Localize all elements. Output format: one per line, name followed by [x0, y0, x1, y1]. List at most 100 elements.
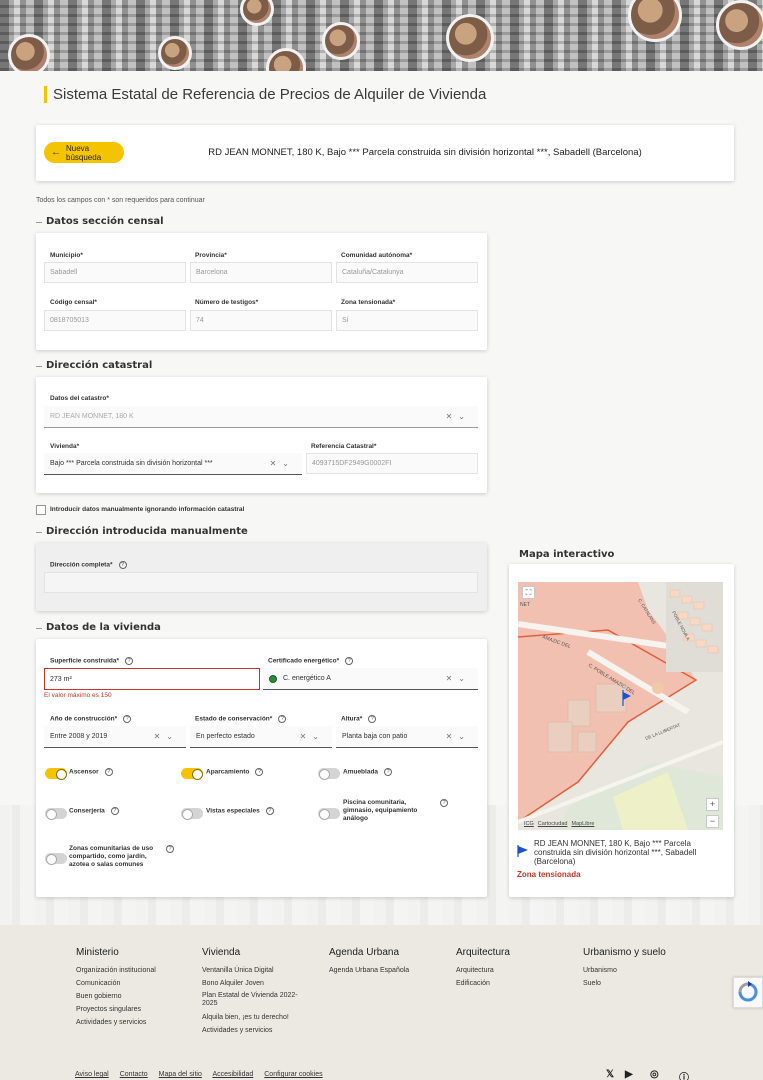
clear-chevron-icons[interactable]: ✕⌄ [154, 732, 179, 741]
recaptcha-badge[interactable] [733, 977, 763, 1008]
sitemap-link[interactable]: Mapa del sitio [159, 1071, 202, 1078]
amueblada-toggle[interactable] [318, 768, 340, 780]
accessibility-link[interactable]: Accesibilidad [212, 1071, 253, 1078]
certificado-label: Certificado energético*? [268, 657, 354, 665]
header-banner [0, 0, 763, 71]
footer-col-urbanismo: Urbanismo y suelo Urbanismo Suelo [583, 947, 666, 990]
info-icon[interactable]: ⓘ [679, 1069, 689, 1080]
help-icon[interactable]: ? [255, 768, 264, 776]
footer-col-ministerio: Ministerio Organización institucional Co… [76, 947, 156, 1029]
footer-link[interactable]: Ventanilla Única Digital [202, 964, 298, 977]
help-icon[interactable]: ? [123, 715, 132, 723]
banner-photo-bubble [322, 22, 360, 60]
altura-select[interactable]: Planta baja con patio ✕⌄ [336, 726, 478, 748]
help-icon[interactable]: ? [368, 715, 377, 723]
vivienda-select[interactable]: Bajo *** Parcela construida sin división… [44, 453, 302, 475]
provincia-field: Barcelona [190, 262, 332, 283]
help-icon[interactable]: ? [166, 845, 174, 853]
footer-link[interactable]: Arquitectura [456, 964, 510, 977]
zonas-toggle[interactable] [45, 853, 67, 865]
aparcamiento-toggle[interactable] [181, 768, 203, 780]
help-icon[interactable]: ? [278, 715, 287, 723]
footer-link[interactable]: Urbanismo [583, 964, 666, 977]
footer-link[interactable]: Buen gobierno [76, 990, 156, 1003]
banner-photo-bubble [240, 0, 274, 26]
help-icon[interactable]: ? [440, 799, 448, 807]
help-icon[interactable]: ? [345, 657, 354, 665]
zona-tensionada-badge: Zona tensionada [517, 870, 581, 879]
footer-link[interactable]: Suelo [583, 977, 666, 990]
manual-entry-checkbox[interactable] [36, 505, 46, 515]
energy-a-icon [269, 674, 277, 683]
footer-link[interactable]: Plan Estatal de Vivienda 2022- 2025 [202, 992, 298, 1008]
map-canvas: NET C. CATALANS POBLE NOVA A AMAZIC DEL … [518, 582, 723, 830]
clear-chevron-icons: ✕⌄ [445, 412, 471, 421]
clear-chevron-icons[interactable]: ✕⌄ [446, 732, 471, 741]
zona-tensionada-field: Sí [336, 310, 478, 331]
superficie-error: El valor máximo es 150 [44, 692, 112, 699]
footer-heading: Vivienda [202, 947, 241, 958]
footer-col-agenda: Agenda Urbana Agenda Urbana Española [329, 947, 409, 977]
legal-link[interactable]: Aviso legal [75, 1071, 109, 1078]
conserjeria-toggle[interactable] [45, 808, 67, 820]
youtube-icon[interactable]: ▶ [625, 1069, 633, 1080]
banner-photo-bubble [8, 34, 50, 71]
arrow-left-icon: ← [51, 147, 61, 158]
ascensor-toggle[interactable] [45, 768, 67, 780]
selected-address: RD JEAN MONNET, 180 K, Bajo *** Parcela … [208, 147, 642, 158]
piscina-toggle[interactable] [318, 808, 340, 820]
banner-photo-bubble [158, 36, 192, 70]
instagram-icon[interactable]: ◎ [650, 1069, 659, 1080]
estado-value: En perfecto estado [196, 733, 255, 740]
codigo-censal-field: 0818705013 [44, 310, 186, 331]
certificado-value: C. energético A [283, 675, 331, 682]
municipio-label: Municipio* [50, 252, 83, 259]
zoom-out-button[interactable]: − [706, 815, 719, 828]
contact-link[interactable]: Contacto [120, 1071, 148, 1078]
help-icon[interactable]: ? [110, 807, 119, 815]
estado-select[interactable]: En perfecto estado ✕⌄ [190, 726, 332, 748]
banner-photo-bubble [266, 48, 306, 71]
piscina-label: Piscina comunitaria, gimnasio, equipamie… [343, 799, 418, 822]
footer-heading: Arquitectura [456, 947, 510, 958]
clear-chevron-icons[interactable]: ✕⌄ [446, 674, 471, 683]
footer-link[interactable]: Bono Alquiler Joven [202, 977, 298, 990]
direccion-completa-label: Dirección completa*? [50, 561, 127, 569]
referencia-catastral-field: 4093715DF2949G0002FI [306, 453, 478, 474]
altura-label: Altura*? [341, 715, 377, 723]
footer-link[interactable]: Actividades y servicios [202, 1024, 298, 1037]
superficie-input[interactable]: 273 m² [44, 668, 260, 690]
interactive-map[interactable]: NET C. CATALANS POBLE NOVA A AMAZIC DEL … [518, 582, 723, 830]
footer-col-arquitectura: Arquitectura Arquitectura Edificación [456, 947, 510, 990]
help-icon[interactable]: ? [384, 768, 393, 776]
vivienda-label: Vivienda* [50, 443, 80, 450]
new-search-button[interactable]: ← Nueva búsqueda [44, 142, 124, 163]
footer-link[interactable]: Proyectos singulares [76, 1003, 156, 1016]
anio-select[interactable]: Entre 2008 y 2019 ✕⌄ [44, 726, 186, 748]
certificado-select[interactable]: C. energético A ✕⌄ [263, 668, 478, 690]
twitter-icon[interactable]: 𝕏 [606, 1069, 614, 1080]
footer-heading: Ministerio [76, 947, 119, 958]
zoom-in-button[interactable]: + [706, 798, 719, 811]
footer-link[interactable]: Edificación [456, 977, 510, 990]
section-title-catastral: Dirección catastral [35, 360, 153, 371]
vistas-toggle[interactable] [181, 808, 203, 820]
help-icon[interactable]: ? [265, 807, 274, 815]
help-icon[interactable]: ? [125, 657, 133, 665]
clear-chevron-icons[interactable]: ✕⌄ [300, 732, 325, 741]
direccion-completa-input[interactable] [44, 572, 478, 593]
banner-photo-bubble [716, 0, 763, 50]
datos-catastro-select[interactable]: RD JEAN MONNET, 180 K ✕⌄ [44, 406, 478, 428]
footer-link[interactable]: Alquila bien, ¡es tu derecho! [202, 1011, 298, 1024]
banner-photo-bubble [446, 14, 494, 62]
help-icon[interactable]: ? [104, 768, 113, 776]
section-title-housing: Datos de la vivienda [36, 622, 161, 633]
help-icon[interactable]: ? [118, 561, 127, 569]
footer-link[interactable]: Organización institucional [76, 964, 156, 977]
clear-chevron-icons[interactable]: ✕⌄ [270, 459, 295, 468]
fullscreen-icon[interactable]: ⛶ [522, 586, 535, 599]
footer-link[interactable]: Comunicación [76, 977, 156, 990]
footer-link[interactable]: Agenda Urbana Española [329, 964, 409, 977]
footer-link[interactable]: Actividades y servicios [76, 1016, 156, 1029]
cookies-link[interactable]: Configurar cookies [264, 1071, 322, 1078]
